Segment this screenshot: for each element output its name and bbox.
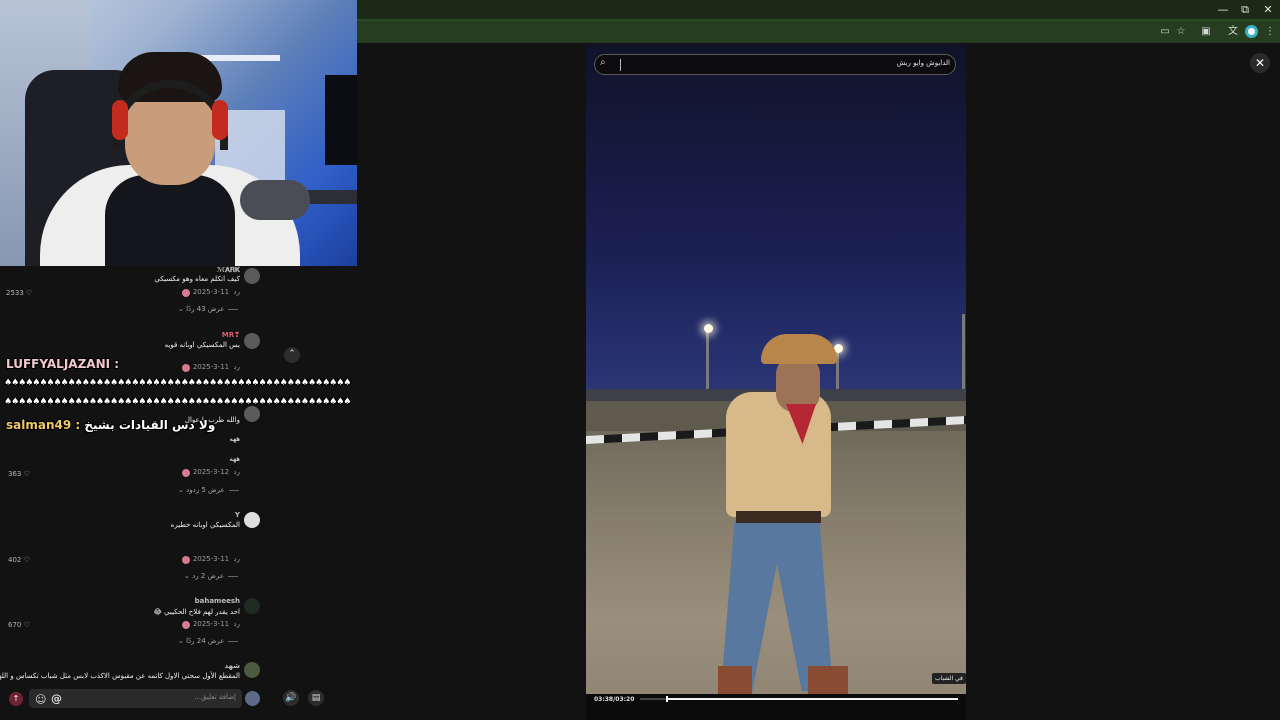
reply-button[interactable]: رد <box>234 363 241 371</box>
comment-text: المقطع الأول سحتي الاول كاتمه عن مقبوس ا… <box>0 672 240 680</box>
comment-username[interactable]: ❣MR <box>222 331 240 339</box>
overlay-chat-message: ولا دس القيادات بشيخ <box>84 418 216 432</box>
star-icon[interactable]: ☆ <box>1174 25 1188 39</box>
browser-toolbar <box>357 21 1280 43</box>
view-replies-button[interactable]: ⌄ عرض 5 ردود <box>178 486 239 494</box>
send-button[interactable]: ↑ <box>9 692 23 706</box>
browser-titlebar <box>357 0 1280 20</box>
view-replies-button[interactable]: ⌄ عرض 24 ردًا <box>178 637 239 645</box>
video-progress-knob[interactable] <box>666 696 668 702</box>
overlay-chat-message: ♠♠♠♠♠♠♠♠♠♠♠♠♠♠♠♠♠♠♠♠♠♠♠♠♠♠♠♠♠♠♠♠♠♠♠♠♠♠♠♠… <box>4 397 351 407</box>
avatar[interactable] <box>245 691 260 706</box>
like-count[interactable]: 402 ♡ <box>8 556 30 564</box>
comment-text: كيف اتكلم معاه وهو مكسيكي <box>154 275 240 283</box>
profile-extension-icon[interactable] <box>1245 25 1258 38</box>
street-lamp <box>704 324 713 333</box>
captions-icon[interactable]: ▤ <box>308 690 324 706</box>
creator-like-avatar <box>182 556 190 564</box>
overlay-chat-line: salman49 : ولا دس القيادات بشيخ <box>6 418 215 432</box>
like-count[interactable]: 363 ♡ <box>8 470 30 478</box>
view-replies-button[interactable]: ⌄ عرض 43 ردًا <box>178 305 239 313</box>
search-icon[interactable]: ⌕ <box>600 57 606 68</box>
video-progress-fill <box>666 698 958 700</box>
avatar[interactable] <box>244 268 260 284</box>
avatar[interactable] <box>244 598 260 614</box>
translate-icon[interactable]: 文 <box>1226 25 1240 39</box>
emoji-icon[interactable]: ☺ <box>35 693 46 706</box>
extensions-icon[interactable]: ▣ <box>1199 25 1213 39</box>
avatar[interactable] <box>244 662 260 678</box>
comment-date: 2025-3-11 <box>192 620 230 628</box>
avatar[interactable] <box>244 333 260 349</box>
comment-text: احد يقدر لهم فلاح الحكيبي 😂 <box>153 608 240 616</box>
reply-button[interactable]: رد <box>234 620 241 628</box>
comment-text-line: ههه <box>229 435 240 443</box>
comment-text: المكسيكي اوبانه خطيره <box>170 521 240 529</box>
video-search-input[interactable]: الدايوش وايو ربش <box>897 59 950 67</box>
cowboy-hat <box>761 334 837 364</box>
minimize-button[interactable]: — <box>1214 3 1232 16</box>
window-close-button[interactable]: ✕ <box>1259 3 1277 16</box>
volume-icon[interactable]: 🔊 <box>283 690 299 706</box>
comment-username[interactable]: شهد <box>224 662 240 670</box>
mention-icon[interactable]: @ <box>51 692 62 705</box>
video-progress-bar[interactable] <box>640 696 958 702</box>
video-time: 03:38/03:20 <box>594 696 635 703</box>
comment-text: بس المكسيكي اوبانه قويه <box>164 341 240 349</box>
comment-username[interactable]: Y <box>235 511 240 519</box>
reply-button[interactable]: رد <box>234 468 241 476</box>
scroll-up-button[interactable]: ⌃ <box>284 347 300 363</box>
overlay-chat-username: salman49 : <box>6 418 81 432</box>
avatar[interactable] <box>244 512 260 528</box>
menu-icon[interactable]: ⋮ <box>1263 25 1277 39</box>
comments-panel[interactable]: ℳ𝐀𝐑𝐊 كيف اتكلم معاه وهو مكسيكي 2025-3-11… <box>0 266 270 686</box>
video-badge: في الشباب <box>932 673 966 684</box>
video-player[interactable]: ⌕ الدايوش وايو ربش في الشباب <box>586 44 966 720</box>
overlay-chat-message: ♠♠♠♠♠♠♠♠♠♠♠♠♠♠♠♠♠♠♠♠♠♠♠♠♠♠♠♠♠♠♠♠♠♠♠♠♠♠♠♠… <box>4 378 351 388</box>
comment-date: 2025-3-11 <box>192 363 230 371</box>
cast-icon[interactable]: ▭ <box>1158 25 1172 39</box>
creator-like-avatar <box>182 289 190 297</box>
like-count[interactable]: 670 ♡ <box>8 621 30 629</box>
webcam-feed <box>0 0 357 266</box>
comment-username[interactable]: bahameesh <box>195 597 240 605</box>
creator-like-avatar <box>182 364 190 372</box>
creator-like-avatar <box>182 469 190 477</box>
comment-username[interactable]: ℳ𝐀𝐑𝐊 <box>217 266 240 275</box>
comment-input-placeholder: إضافة تعليق... <box>194 693 236 701</box>
comment-date: 2025-3-12 <box>192 468 230 476</box>
view-replies-button[interactable]: ⌄ عرض 2 رد <box>184 572 239 580</box>
microphone <box>240 180 310 220</box>
reply-button[interactable]: رد <box>234 555 241 563</box>
close-button[interactable]: ✕ <box>1250 53 1270 73</box>
comment-date: 2025-3-11 <box>192 555 230 563</box>
reply-button[interactable]: رد <box>234 288 241 296</box>
text-caret <box>620 59 621 71</box>
overlay-chat-username: LUFFYALJAZANI : <box>6 357 120 371</box>
avatar[interactable] <box>244 406 260 422</box>
restore-button[interactable]: ⧉ <box>1236 3 1254 17</box>
creator-like-avatar <box>182 621 190 629</box>
comment-date: 2025-3-11 <box>192 288 230 296</box>
like-count[interactable]: 2533 ♡ <box>6 289 32 297</box>
comment-text-line: ههه <box>229 455 240 463</box>
